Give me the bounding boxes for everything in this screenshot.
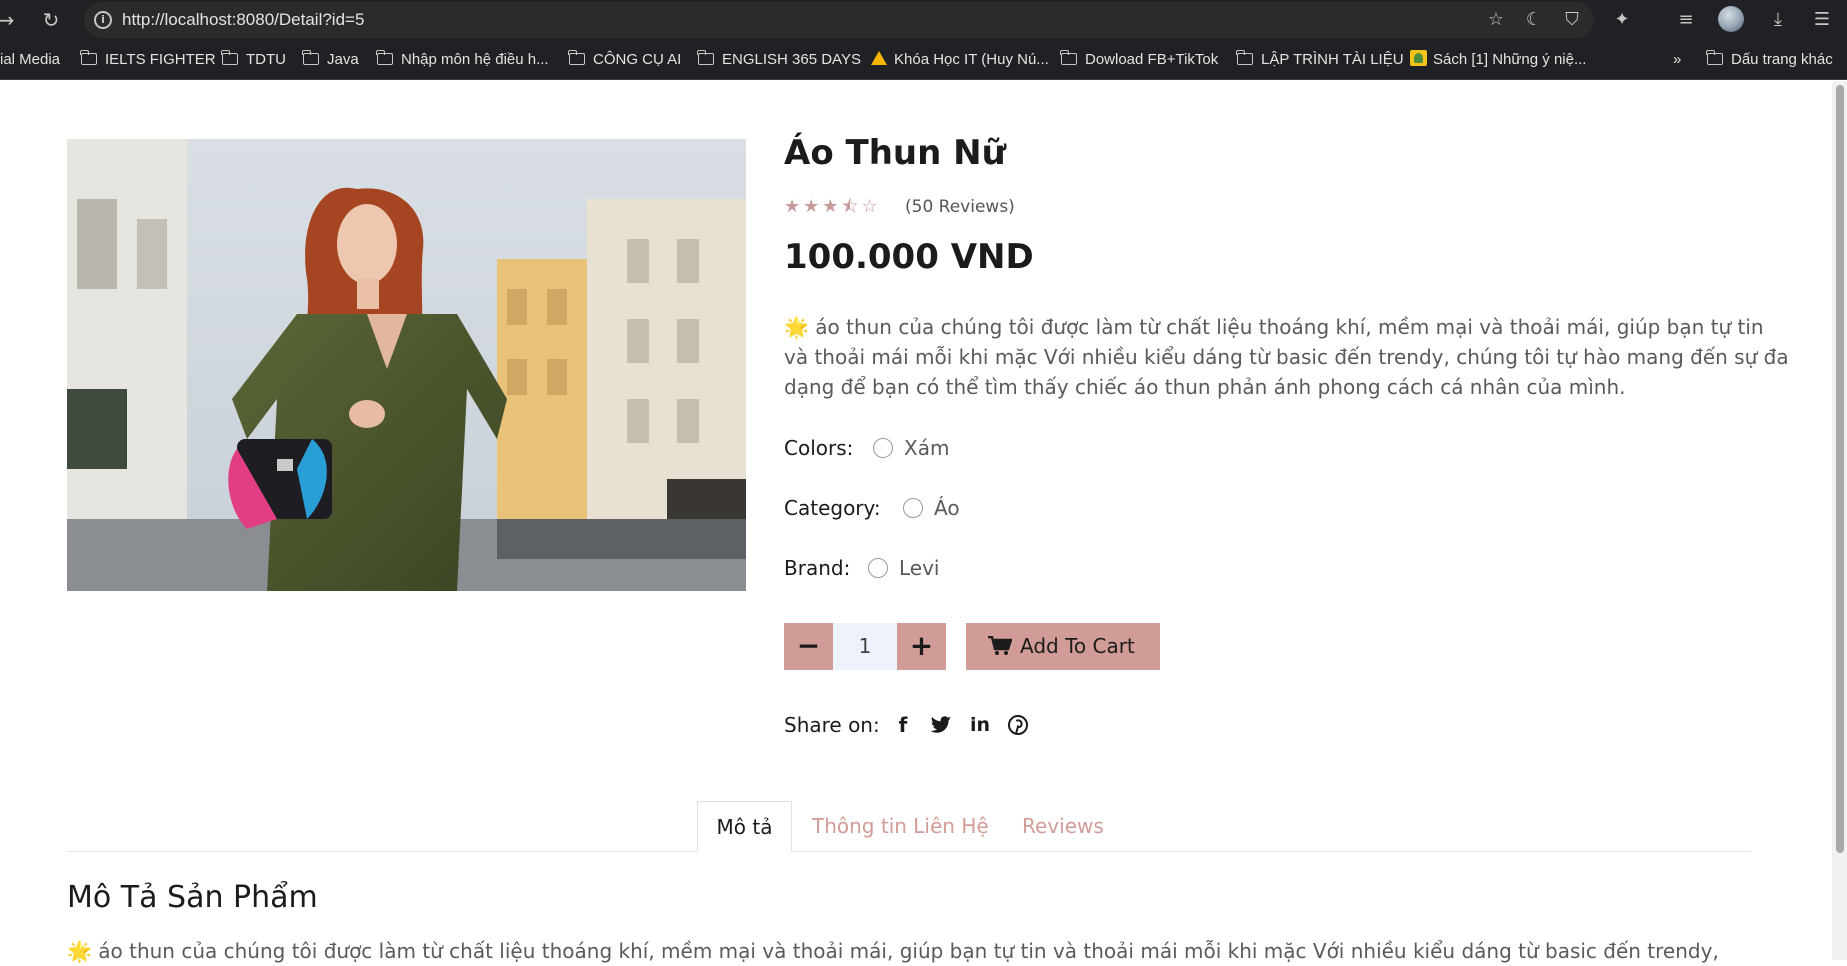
star-filled-icon: ★ <box>784 196 801 217</box>
forward-arrow-icon[interactable]: → <box>0 8 18 32</box>
folder-icon <box>1706 50 1723 65</box>
bookmark-star-icon[interactable]: ☆ <box>1482 6 1510 34</box>
sheet-icon <box>1410 50 1427 66</box>
folder-icon <box>1236 50 1253 65</box>
address-bar[interactable]: i http://localhost:8080/Detail?id=5 <box>84 2 1594 38</box>
download-icon[interactable]: ⤓ <box>1764 6 1792 34</box>
profile-avatar[interactable] <box>1718 6 1744 32</box>
bookmarks-bar: ial Media IELTS FIGHTER TDTU Java Nhập m… <box>0 40 1847 80</box>
bookmark-item[interactable]: Khóa Học IT (Huy Nú... <box>871 50 1049 70</box>
folder-icon <box>221 50 238 65</box>
bookmark-item[interactable]: Dowload FB+TikTok <box>1060 50 1218 70</box>
shopping-cart-icon <box>988 636 1012 655</box>
category-label: Category: <box>784 496 881 520</box>
sun-emoji-icon: 🌟 <box>784 315 809 339</box>
folder-icon <box>376 50 393 65</box>
review-count: (50 Reviews) <box>905 197 1015 217</box>
page-scrollbar[interactable] <box>1832 81 1847 960</box>
rating-stars: ★ ★ ★ ⯪ ☆ <box>784 196 881 218</box>
site-info-icon[interactable]: i <box>94 11 112 29</box>
tab-reviews[interactable]: Reviews <box>1022 801 1104 852</box>
twitter-icon[interactable] <box>930 715 952 735</box>
product-price: 100.000 VND <box>784 237 1034 277</box>
bookmark-item[interactable]: ial Media <box>0 50 60 70</box>
bookmark-item[interactable]: IELTS FIGHTER <box>80 50 216 70</box>
dark-mode-moon-icon[interactable]: ☾ <box>1520 6 1548 34</box>
quantity-increase-button[interactable]: + <box>897 623 946 670</box>
google-drive-icon <box>871 51 887 65</box>
product-image <box>67 139 746 591</box>
product-title: Áo Thun Nữ <box>784 133 1006 173</box>
color-option-label[interactable]: Xám <box>904 435 949 461</box>
share-label: Share on: <box>784 713 880 737</box>
folder-icon <box>80 50 97 65</box>
folder-icon <box>302 50 319 65</box>
product-photo-woman-green-dress <box>67 139 746 591</box>
folder-icon <box>697 50 714 65</box>
tab-mo-ta[interactable]: Mô tả <box>697 801 792 852</box>
brand-label: Brand: <box>784 556 851 580</box>
reload-icon[interactable]: ↻ <box>39 8 63 32</box>
section-description: 🌟 áo thun của chúng tôi được làm từ chất… <box>67 939 1719 963</box>
reading-list-icon[interactable]: ≡ <box>1672 6 1700 34</box>
extensions-puzzle-icon[interactable]: ✦ <box>1608 6 1636 34</box>
star-filled-icon: ★ <box>803 196 820 217</box>
category-radio-ao[interactable] <box>903 498 923 518</box>
facebook-icon[interactable]: f <box>896 712 910 738</box>
folder-icon <box>1060 50 1077 65</box>
bookmark-item[interactable]: TDTU <box>221 50 286 70</box>
scrollbar-thumb[interactable] <box>1836 85 1844 853</box>
add-to-cart-button[interactable]: Add To Cart <box>966 623 1160 670</box>
menu-icon[interactable]: ☰ <box>1808 6 1836 34</box>
star-filled-icon: ★ <box>822 196 839 217</box>
bookmark-item[interactable]: Java <box>302 50 359 70</box>
tab-thong-tin-lien-he[interactable]: Thông tin Liên Hệ <box>812 801 989 852</box>
shield-extension-icon[interactable]: ⛉ <box>1558 6 1586 34</box>
browser-toolbar: → ↻ i http://localhost:8080/Detail?id=5 … <box>0 0 1847 40</box>
bookmark-item[interactable]: ENGLISH 365 DAYS <box>697 50 861 70</box>
linkedin-icon[interactable]: in <box>968 712 992 738</box>
brand-radio-levi[interactable] <box>868 558 888 578</box>
star-half-icon: ⯪ <box>841 196 859 217</box>
product-short-description: 🌟 áo thun của chúng tôi được làm từ chất… <box>784 315 1789 399</box>
star-empty-icon: ☆ <box>861 196 878 217</box>
colors-label: Colors: <box>784 436 854 460</box>
quantity-input[interactable]: 1 <box>833 623 897 670</box>
more-bookmarks-chevron[interactable]: » <box>1673 50 1681 70</box>
color-radio-xam[interactable] <box>873 438 893 458</box>
brand-option-label[interactable]: Levi <box>899 555 940 581</box>
bookmark-item[interactable]: LẬP TRÌNH TÀI LIỆU <box>1236 50 1404 70</box>
other-bookmarks[interactable]: Dấu trang khác <box>1706 50 1833 70</box>
sun-emoji-icon: 🌟 <box>67 939 92 963</box>
add-to-cart-label: Add To Cart <box>1020 634 1135 658</box>
bookmark-item[interactable]: Sách [1] Những ý niệ... <box>1410 50 1586 70</box>
section-title: Mô Tả Sản Phẩm <box>67 880 318 915</box>
url-text[interactable]: http://localhost:8080/Detail?id=5 <box>122 10 364 30</box>
folder-icon <box>568 50 585 65</box>
pinterest-icon[interactable] <box>1008 715 1028 735</box>
bookmark-item[interactable]: CÔNG CỤ AI <box>568 50 681 70</box>
category-option-label[interactable]: Áo <box>934 495 960 521</box>
bookmark-item[interactable]: Nhập môn hệ điều h... <box>376 50 549 70</box>
quantity-decrease-button[interactable]: − <box>784 623 833 670</box>
